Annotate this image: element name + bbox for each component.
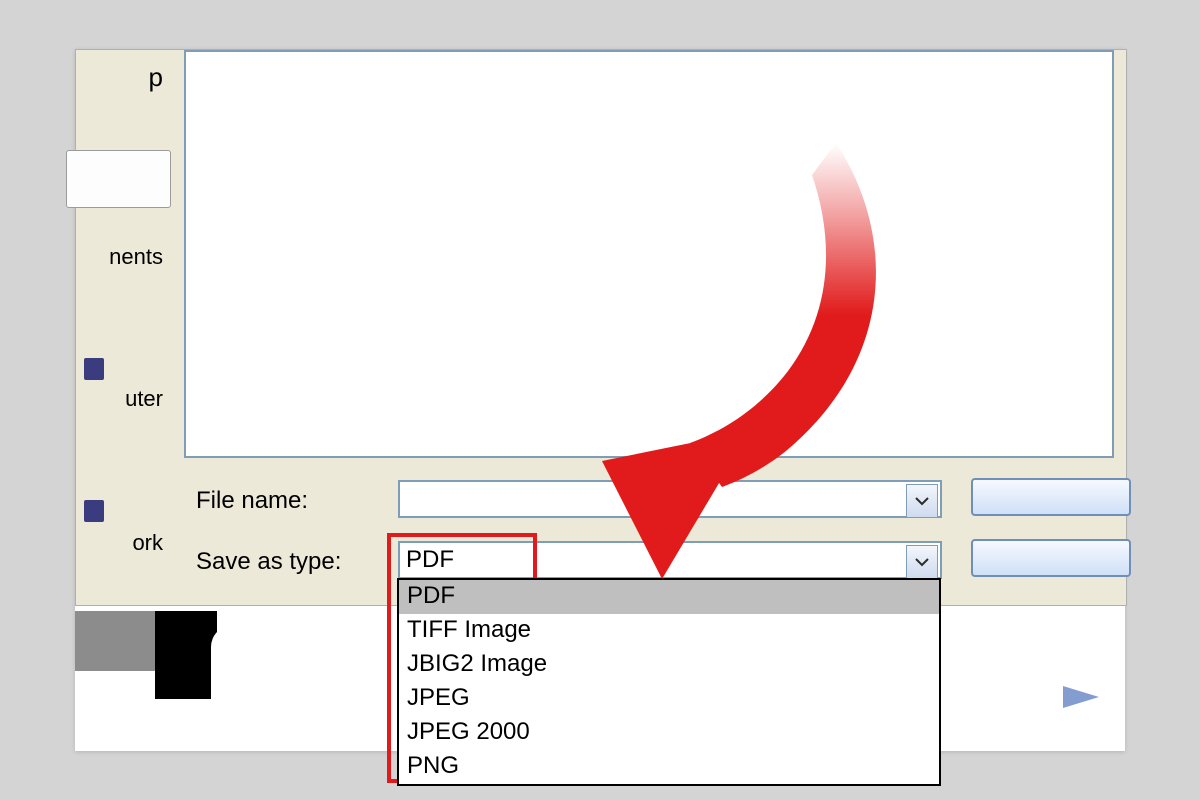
saveastype-option[interactable]: JPEG 2000 [399,716,939,750]
file-list-pane[interactable] [184,50,1114,458]
filename-dropdown-button[interactable] [906,484,938,518]
places-icon-4 [84,358,104,380]
chevron-down-icon [914,557,930,567]
scroll-right-icon[interactable] [1057,682,1107,717]
save-as-dialog: p nents uter ork File name: Save as type… [75,49,1127,606]
saveastype-options-list[interactable]: PDFTIFF ImageJBIG2 ImageJPEGJPEG 2000PNG [397,578,941,786]
places-item-2[interactable] [66,150,171,208]
save-button[interactable] [971,478,1131,516]
places-item-4[interactable]: uter [76,386,171,412]
places-item-5[interactable]: ork [76,530,171,556]
bg-grey-block [75,611,155,671]
screenshot-card: p nents uter ork File name: Save as type… [75,49,1125,751]
saveastype-option[interactable]: JBIG2 Image [399,648,939,682]
saveastype-label: Save as type: [196,548,341,576]
places-icon-5 [84,500,104,522]
places-item-3[interactable]: nents [76,244,171,270]
filename-label: File name: [196,487,308,515]
saveastype-option[interactable]: PDF [399,580,939,614]
cancel-button[interactable] [971,539,1131,577]
bg-black-block [155,611,217,699]
chevron-down-icon [914,496,930,506]
saveastype-combobox[interactable]: PDF [398,541,942,579]
saveastype-option[interactable]: JPEG [399,682,939,716]
filename-input[interactable] [398,480,942,518]
saveastype-value: PDF [406,546,454,573]
saveastype-option[interactable]: PNG [399,750,939,784]
saveastype-dropdown-button[interactable] [906,545,938,579]
places-sidebar: p nents uter ork [76,50,171,605]
saveastype-option[interactable]: TIFF Image [399,614,939,648]
places-item-1[interactable]: p [76,62,171,93]
